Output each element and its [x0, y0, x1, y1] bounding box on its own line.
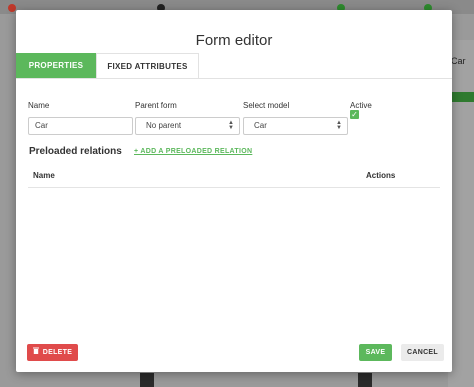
tab-properties[interactable]: PROPERTIES: [16, 53, 96, 78]
checkmark-icon: ✓: [351, 110, 358, 119]
relations-table-header: Name Actions: [28, 165, 440, 188]
background-panel-label: Car: [451, 56, 466, 66]
select-arrows-icon: ▲ ▼: [228, 120, 234, 131]
background-bar: [140, 373, 154, 387]
delete-button-label: DELETE: [42, 349, 73, 356]
active-label: Active: [350, 101, 372, 110]
column-header-name: Name: [33, 171, 55, 180]
tab-fixed-attributes[interactable]: FIXED ATTRIBUTES: [96, 53, 199, 78]
name-input[interactable]: Car: [28, 117, 133, 135]
save-button[interactable]: SAVE: [359, 344, 392, 361]
select-model-label: Select model: [243, 101, 290, 110]
background-icon: [8, 4, 16, 12]
preloaded-relations-title: Preloaded relations: [29, 146, 122, 157]
add-preloaded-relation-link[interactable]: + ADD A PRELOADED RELATION: [134, 148, 252, 155]
select-model-select[interactable]: Car ▲ ▼: [243, 117, 348, 135]
name-label: Name: [28, 101, 50, 110]
select-model-value: Car: [254, 121, 267, 130]
form-editor-modal: Form editor PROPERTIES FIXED ATTRIBUTES …: [16, 10, 452, 372]
parent-form-label: Parent form: [135, 101, 177, 110]
cancel-button[interactable]: CANCEL: [401, 344, 444, 361]
parent-form-value: No parent: [146, 121, 182, 130]
trash-icon: [32, 344, 39, 361]
column-header-actions: Actions: [366, 171, 396, 180]
tab-bar: PROPERTIES FIXED ATTRIBUTES: [16, 53, 452, 79]
active-checkbox[interactable]: ✓: [350, 110, 359, 119]
delete-button[interactable]: DELETE: [27, 344, 78, 361]
background-bar: [358, 373, 372, 387]
name-input-value: Car: [35, 121, 48, 130]
parent-form-select[interactable]: No parent ▲ ▼: [135, 117, 240, 135]
background-accent: [452, 92, 474, 102]
select-arrows-icon: ▲ ▼: [336, 120, 342, 131]
modal-title: Form editor: [195, 32, 273, 49]
